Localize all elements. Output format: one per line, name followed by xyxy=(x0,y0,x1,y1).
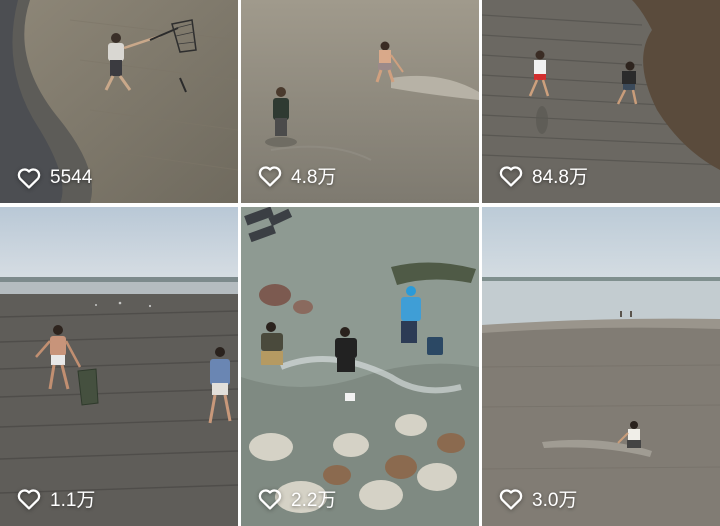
video-card-5[interactable]: 2.2万 xyxy=(241,207,479,526)
heart-outline-icon xyxy=(17,168,41,189)
like-count-overlay[interactable]: 3.0万 xyxy=(498,485,577,512)
like-count-overlay[interactable]: 84.8万 xyxy=(498,162,588,189)
video-feed-grid: 5544 4.8万 84.8万 1.1万 2.2万 3.0万 xyxy=(0,0,720,526)
like-count: 4.8万 xyxy=(291,167,337,188)
video-card-1[interactable]: 5544 xyxy=(0,0,238,203)
video-card-2[interactable]: 4.8万 xyxy=(241,0,479,203)
like-count-overlay[interactable]: 1.1万 xyxy=(16,485,95,512)
heart-outline-icon xyxy=(499,489,523,510)
like-count-overlay[interactable]: 5544 xyxy=(16,166,92,189)
video-thumbnail-4 xyxy=(0,207,238,526)
heart-outline-icon xyxy=(258,489,282,510)
like-count: 84.8万 xyxy=(532,167,588,188)
video-card-3[interactable]: 84.8万 xyxy=(482,0,720,203)
video-thumbnail-6 xyxy=(482,207,720,526)
video-thumbnail-5 xyxy=(241,207,479,526)
like-count: 2.2万 xyxy=(291,490,337,511)
like-count: 3.0万 xyxy=(532,490,578,511)
heart-outline-icon xyxy=(499,166,523,187)
heart-outline-icon xyxy=(17,489,41,510)
like-count-overlay[interactable]: 4.8万 xyxy=(257,162,336,189)
heart-outline-icon xyxy=(258,166,282,187)
video-card-4[interactable]: 1.1万 xyxy=(0,207,238,526)
like-count-overlay[interactable]: 2.2万 xyxy=(257,485,336,512)
like-count: 1.1万 xyxy=(50,490,96,511)
like-count: 5544 xyxy=(50,166,93,188)
video-card-6[interactable]: 3.0万 xyxy=(482,207,720,526)
